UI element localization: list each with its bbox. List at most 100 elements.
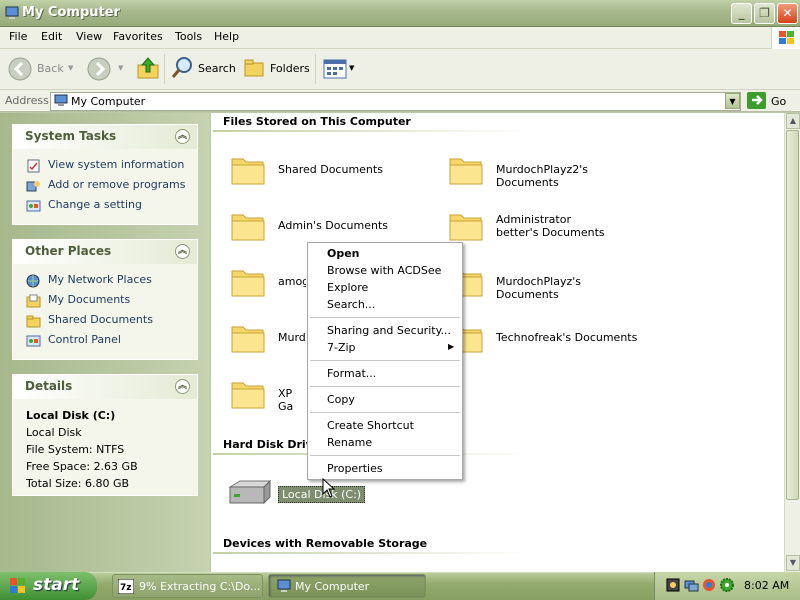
scroll-down-arrow-icon[interactable]: ▼ bbox=[786, 555, 800, 571]
tray-network-icon[interactable] bbox=[683, 577, 699, 593]
ctx-format[interactable]: Format... bbox=[327, 367, 376, 380]
minimize-button[interactable]: _ bbox=[731, 3, 752, 24]
folder-label[interactable]: Shared Documents bbox=[278, 163, 428, 176]
task-view-system-info[interactable]: View system information bbox=[13, 158, 197, 178]
scroll-thumb[interactable] bbox=[786, 130, 799, 500]
menu-help[interactable]: Help bbox=[214, 30, 239, 43]
ctx-copy[interactable]: Copy bbox=[327, 393, 355, 406]
task-change-setting[interactable]: Change a setting bbox=[13, 198, 197, 218]
folder-label[interactable]: Administrator better's Documents bbox=[496, 213, 616, 239]
folder-icon[interactable] bbox=[230, 377, 266, 411]
ctx-search[interactable]: Search... bbox=[327, 298, 375, 311]
ctx-sharing-security[interactable]: Sharing and Security... bbox=[327, 324, 451, 337]
folder-label[interactable]: amogu bbox=[278, 275, 306, 288]
up-folder-icon[interactable] bbox=[135, 55, 161, 81]
close-button[interactable]: ✕ bbox=[777, 3, 798, 24]
menu-edit[interactable]: Edit bbox=[41, 30, 62, 43]
collapse-chevron-icon[interactable]: ︽ bbox=[175, 379, 190, 394]
tray-gear-icon[interactable] bbox=[719, 577, 735, 593]
task-label: 9% Extracting C:\Do... bbox=[139, 580, 261, 593]
place-label: My Documents bbox=[48, 293, 131, 306]
start-button[interactable]: start bbox=[0, 572, 97, 600]
windows-logo-icon bbox=[10, 578, 25, 593]
details-header[interactable]: Details ︽ bbox=[13, 375, 197, 399]
ctx-7zip[interactable]: 7-Zip bbox=[327, 341, 356, 354]
ctx-properties[interactable]: Properties bbox=[327, 462, 383, 475]
add-remove-programs-icon bbox=[26, 181, 40, 192]
address-value: My Computer bbox=[71, 95, 146, 108]
forward-dropdown-icon[interactable]: ▼ bbox=[118, 64, 123, 72]
search-icon[interactable] bbox=[170, 55, 194, 81]
menu-favorites[interactable]: Favorites bbox=[113, 30, 163, 43]
task-my-computer[interactable]: My Computer bbox=[268, 574, 426, 598]
my-computer-icon bbox=[54, 94, 68, 106]
menu-file[interactable]: File bbox=[9, 30, 27, 43]
ctx-browse-acdsee[interactable]: Browse with ACDSee bbox=[327, 264, 441, 277]
other-places-header[interactable]: Other Places ︽ bbox=[13, 240, 197, 264]
system-tasks-panel: System Tasks ︽ View system information Ad… bbox=[12, 124, 198, 225]
system-tasks-header[interactable]: System Tasks ︽ bbox=[13, 125, 197, 149]
place-my-documents[interactable]: My Documents bbox=[13, 293, 197, 313]
place-label: My Network Places bbox=[48, 273, 152, 286]
folders-icon[interactable] bbox=[243, 57, 267, 79]
collapse-chevron-icon[interactable]: ︽ bbox=[175, 129, 190, 144]
7zip-icon: 7z bbox=[118, 579, 134, 594]
views-dropdown-icon[interactable]: ▼ bbox=[349, 64, 354, 72]
folder-icon[interactable] bbox=[230, 209, 266, 243]
hard-drive-icon[interactable] bbox=[226, 479, 274, 507]
title-bar[interactable] bbox=[0, 0, 800, 27]
folder-icon[interactable] bbox=[448, 209, 484, 243]
menu-separator bbox=[310, 360, 460, 361]
back-dropdown-icon[interactable]: ▼ bbox=[68, 64, 73, 72]
folder-label[interactable]: Technofreak's Documents bbox=[496, 331, 646, 344]
place-my-network-places[interactable]: My Network Places bbox=[13, 273, 197, 293]
folder-icon[interactable] bbox=[230, 265, 266, 299]
system-tray: 8:02 AM bbox=[654, 572, 800, 600]
task-add-remove-programs[interactable]: Add or remove programs bbox=[13, 178, 197, 198]
details-name: Local Disk (C:) bbox=[26, 409, 116, 422]
menu-separator bbox=[310, 386, 460, 387]
network-places-icon bbox=[26, 274, 40, 288]
collapse-chevron-icon[interactable]: ︽ bbox=[175, 244, 190, 259]
folder-label[interactable]: XP Ga bbox=[278, 387, 306, 413]
details-panel: Details ︽ Local Disk (C:) Local Disk File… bbox=[12, 374, 198, 496]
address-input[interactable] bbox=[50, 92, 741, 111]
folder-icon[interactable] bbox=[230, 153, 266, 187]
folder-label[interactable]: Admin's Documents bbox=[278, 219, 428, 232]
go-button[interactable]: Go bbox=[771, 95, 786, 108]
my-documents-icon bbox=[26, 294, 41, 308]
folder-icon[interactable] bbox=[230, 321, 266, 355]
hard-disk-header: Hard Disk Drive bbox=[223, 438, 321, 451]
ctx-explore[interactable]: Explore bbox=[327, 281, 368, 294]
ctx-open[interactable]: Open bbox=[327, 247, 360, 260]
task-extracting[interactable]: 7z 9% Extracting C:\Do... bbox=[112, 574, 263, 598]
folder-label[interactable]: MurdochPlayz2's Documents bbox=[496, 163, 646, 189]
tray-security-icon[interactable] bbox=[701, 577, 717, 593]
place-control-panel[interactable]: Control Panel bbox=[13, 333, 197, 353]
ctx-create-shortcut[interactable]: Create Shortcut bbox=[327, 419, 414, 432]
tray-app-icon[interactable] bbox=[665, 577, 681, 593]
views-icon[interactable] bbox=[323, 59, 347, 79]
scroll-up-arrow-icon[interactable]: ▲ bbox=[786, 113, 800, 129]
maximize-button[interactable]: ❐ bbox=[754, 3, 775, 24]
ctx-rename[interactable]: Rename bbox=[327, 436, 372, 449]
windows-logo-icon bbox=[771, 27, 800, 49]
forward-arrow-icon[interactable] bbox=[87, 57, 111, 81]
place-shared-documents[interactable]: Shared Documents bbox=[13, 313, 197, 333]
folder-label[interactable]: MurdochPlayz's Documents bbox=[496, 275, 646, 301]
menu-separator bbox=[310, 455, 460, 456]
address-dropdown-button[interactable]: ▼ bbox=[725, 93, 740, 109]
search-button[interactable]: Search bbox=[198, 62, 236, 75]
back-button[interactable]: Back bbox=[37, 62, 64, 75]
menu-tools[interactable]: Tools bbox=[175, 30, 202, 43]
folders-button[interactable]: Folders bbox=[270, 62, 310, 75]
removable-storage-header: Devices with Removable Storage bbox=[223, 537, 428, 550]
folder-label[interactable]: Murdo bbox=[278, 331, 306, 344]
clock: 8:02 AM bbox=[744, 579, 790, 592]
other-places-panel: Other Places ︽ My Network Places My Docum… bbox=[12, 239, 198, 360]
menu-view[interactable]: View bbox=[76, 30, 102, 43]
back-arrow-icon[interactable] bbox=[8, 57, 32, 81]
mouse-cursor-icon bbox=[322, 478, 336, 498]
go-arrow-icon[interactable] bbox=[747, 92, 766, 109]
folder-icon[interactable] bbox=[448, 153, 484, 187]
